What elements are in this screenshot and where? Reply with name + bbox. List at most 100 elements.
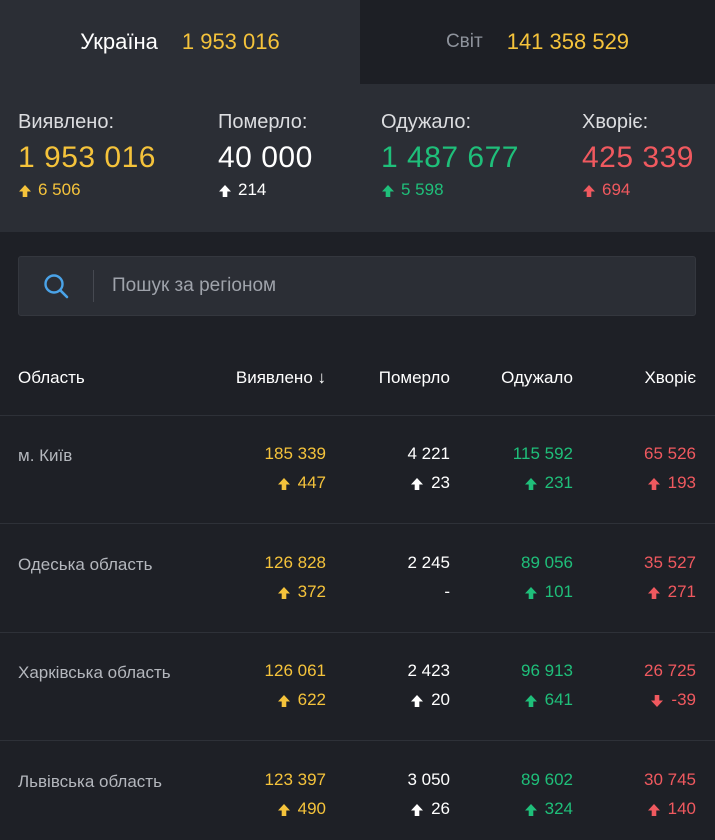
- tab-world[interactable]: Світ 141 358 529: [360, 0, 715, 84]
- recovered-delta: 641: [521, 690, 573, 710]
- sick-delta-value: -39: [671, 690, 696, 709]
- stat-died-delta-value: 214: [238, 180, 267, 199]
- sick-value: 26 725: [644, 661, 696, 680]
- arrow-up-icon: [647, 585, 661, 599]
- died-delta: 23: [407, 473, 450, 493]
- recovered-value: 89 056: [521, 553, 573, 572]
- died-value: 2 245: [407, 553, 450, 572]
- detected-value: 123 397: [264, 770, 326, 789]
- stat-recovered-delta-value: 5 598: [401, 180, 444, 199]
- detected-delta-value: 622: [297, 690, 326, 709]
- table-row[interactable]: Одеська область 126 828 372 2 245 - 89 056 101…: [0, 525, 715, 633]
- recovered-delta: 231: [513, 473, 573, 493]
- stat-sick-label: Хворіє:: [582, 111, 649, 133]
- header-sick[interactable]: Хворіє: [644, 368, 696, 388]
- sick-cell: 30 745 140: [644, 770, 696, 819]
- died-cell: 4 221 23: [407, 444, 450, 493]
- stat-recovered-value: 1 487 677: [381, 141, 519, 174]
- tab-ukraine[interactable]: Україна 1 953 016: [0, 0, 360, 84]
- stat-recovered-label: Одужало:: [381, 111, 472, 133]
- scope-tabs: Україна 1 953 016 Світ 141 358 529: [0, 0, 715, 84]
- sick-delta: 193: [644, 473, 696, 493]
- recovered-delta: 324: [521, 799, 573, 819]
- died-delta-value: 26: [431, 799, 450, 818]
- table-row[interactable]: Львівська область 123 397 490 3 050 26 89 602…: [0, 742, 715, 840]
- header-recovered[interactable]: Одужало: [501, 368, 573, 388]
- arrow-up-icon: [410, 693, 424, 707]
- recovered-delta-value: 101: [544, 582, 573, 601]
- recovered-cell: 96 913 641: [521, 661, 573, 710]
- header-died[interactable]: Померло: [379, 368, 450, 388]
- arrow-up-icon: [524, 476, 538, 490]
- stat-detected: Виявлено: 1 953 016 6 506: [18, 110, 156, 200]
- sick-delta-value: 193: [667, 473, 696, 492]
- stat-sick-delta-value: 694: [602, 180, 631, 199]
- arrow-up-icon: [277, 802, 291, 816]
- detected-delta: 490: [265, 799, 326, 819]
- detected-value: 126 828: [264, 553, 326, 572]
- detected-delta: 622: [265, 690, 326, 710]
- table-row[interactable]: м. Київ 185 339 447 4 221 23 115 592 231 65 526…: [0, 416, 715, 524]
- detected-cell: 185 339 447: [265, 444, 326, 493]
- arrow-down-icon: [650, 693, 664, 707]
- died-value: 4 221: [407, 444, 450, 463]
- recovered-delta: 101: [521, 582, 573, 602]
- recovered-value: 96 913: [521, 661, 573, 680]
- stat-died-label: Померло:: [218, 111, 308, 133]
- arrow-up-icon: [647, 802, 661, 816]
- sick-delta-value: 140: [667, 799, 696, 818]
- died-value: 3 050: [407, 770, 450, 789]
- table-row[interactable]: Харківська область 126 061 622 2 423 20 96 91…: [0, 633, 715, 741]
- died-delta: 20: [407, 690, 450, 710]
- stat-sick: Хворіє: 425 339 694: [582, 110, 694, 200]
- died-delta-value: 20: [431, 690, 450, 709]
- sick-delta: -39: [644, 690, 696, 710]
- recovered-delta-value: 324: [544, 799, 573, 818]
- recovered-value: 89 602: [521, 770, 573, 789]
- stat-recovered: Одужало: 1 487 677 5 598: [381, 110, 519, 200]
- arrow-up-icon: [524, 693, 538, 707]
- detected-delta: 447: [265, 473, 326, 493]
- arrow-up-icon: [277, 585, 291, 599]
- tab-ukraine-value: 1 953 016: [181, 29, 280, 54]
- stat-died-delta: 214: [218, 180, 313, 200]
- region-search: [18, 256, 696, 316]
- region-name: Львівська область: [18, 772, 162, 791]
- detected-cell: 126 828 372: [265, 553, 326, 602]
- died-delta: 26: [407, 799, 450, 819]
- died-cell: 2 423 20: [407, 661, 450, 710]
- search-input[interactable]: [94, 257, 695, 315]
- recovered-delta-value: 231: [544, 473, 573, 492]
- died-value: 2 423: [407, 661, 450, 680]
- header-detected-sort[interactable]: Виявлено ↓: [236, 368, 326, 388]
- detected-delta-value: 447: [297, 473, 326, 492]
- detected-delta-value: 490: [297, 799, 326, 818]
- region-name: Харківська область: [18, 663, 171, 682]
- detected-value: 126 061: [264, 661, 326, 680]
- recovered-cell: 89 602 324: [521, 770, 573, 819]
- arrow-up-icon: [582, 183, 596, 197]
- stat-detected-label: Виявлено:: [18, 111, 115, 133]
- arrow-up-icon: [277, 476, 291, 490]
- sick-cell: 35 527 271: [644, 553, 696, 602]
- recovered-value: 115 592: [512, 444, 573, 463]
- arrow-up-icon: [524, 585, 538, 599]
- died-delta-value: 23: [431, 473, 450, 492]
- header-region[interactable]: Область: [18, 368, 85, 388]
- sick-value: 65 526: [644, 444, 696, 463]
- stat-detected-value: 1 953 016: [18, 141, 156, 174]
- arrow-up-icon: [218, 183, 232, 197]
- detected-delta: 372: [265, 582, 326, 602]
- died-cell: 3 050 26: [407, 770, 450, 819]
- died-delta-value: -: [444, 582, 450, 601]
- stat-sick-delta: 694: [582, 180, 694, 200]
- detected-delta-value: 372: [297, 582, 326, 601]
- stat-recovered-delta: 5 598: [381, 180, 519, 200]
- summary-panel: Виявлено: 1 953 016 6 506 Померло: 40 00…: [0, 84, 715, 232]
- sick-delta: 140: [644, 799, 696, 819]
- arrow-up-icon: [410, 476, 424, 490]
- tab-ukraine-label: Україна: [80, 29, 158, 54]
- detected-cell: 123 397 490: [265, 770, 326, 819]
- region-name: Одеська область: [18, 555, 153, 574]
- search-icon[interactable]: [19, 256, 93, 316]
